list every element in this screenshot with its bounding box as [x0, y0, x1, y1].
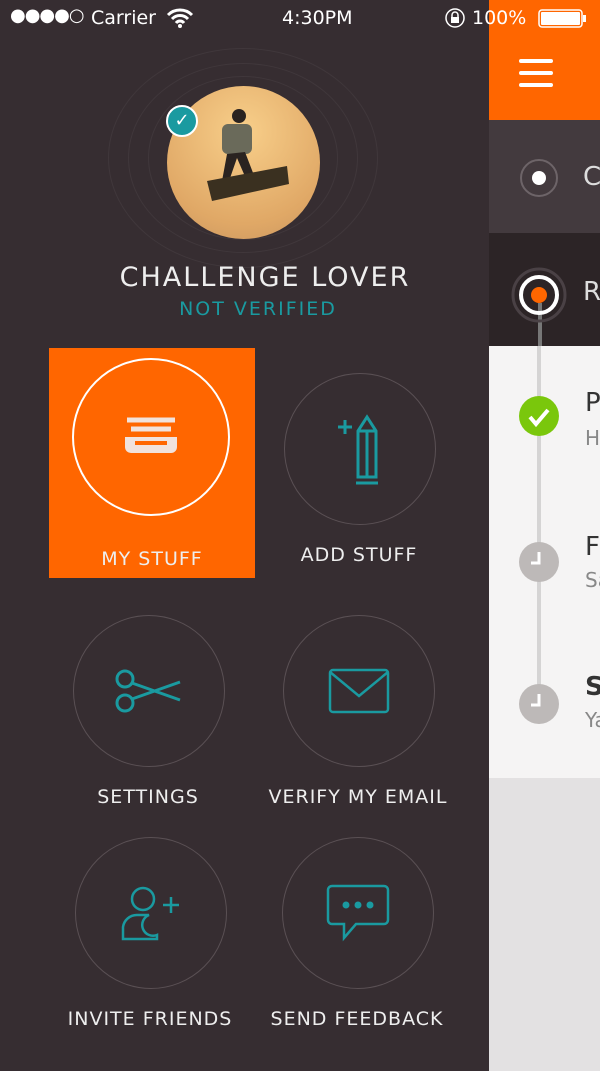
active-radio-icon — [511, 267, 567, 323]
side-menu: ✓ CHALLENGE LOVER NOT VERIFIED MY STUFF … — [0, 0, 489, 1071]
menu-invite-friends[interactable]: INVITE FRIENDS — [47, 812, 253, 1042]
add-user-icon — [121, 886, 179, 941]
signal-dots: ●●●●○ — [10, 5, 85, 26]
panel-row-active[interactable]: R — [489, 233, 600, 363]
hamburger-menu-icon[interactable] — [519, 58, 553, 88]
clock-icon — [519, 542, 559, 582]
panel-row[interactable]: C — [489, 120, 600, 233]
rotation-lock-icon — [445, 8, 465, 28]
menu-send-feedback[interactable]: SEND FEEDBACK — [254, 812, 460, 1042]
envelope-icon — [328, 668, 390, 714]
wifi-icon — [166, 8, 194, 28]
menu-label: VERIFY MY EMAIL — [268, 786, 448, 808]
radio-icon — [520, 159, 558, 197]
clock: 4:30PM — [282, 7, 353, 29]
chat-bubble-icon — [326, 884, 390, 942]
carrier: Carrier — [91, 7, 156, 29]
menu-label: ADD STUFF — [300, 544, 418, 566]
pencil-plus-icon — [338, 414, 378, 485]
menu-my-stuff[interactable]: MY STUFF — [49, 348, 255, 578]
menu-verify-email[interactable]: VERIFY MY EMAIL — [255, 590, 461, 820]
clock-icon — [519, 684, 559, 724]
menu-label: SEND FEEDBACK — [270, 1008, 444, 1030]
menu-settings[interactable]: SETTINGS — [45, 590, 251, 820]
battery-percent: 100% — [472, 7, 527, 29]
menu-add-stuff[interactable]: ADD STUFF — [256, 348, 462, 578]
verified-check-icon: ✓ — [166, 105, 198, 137]
done-check-icon — [519, 396, 559, 436]
profile-name: CHALLENGE LOVER — [119, 262, 411, 293]
verification-status[interactable]: NOT VERIFIED — [0, 298, 516, 320]
main-panel-peek[interactable]: C R P H F Sa S Ya — [489, 0, 600, 1071]
status-bar: ●●●●○ Carrier 4:30PM 100% — [0, 0, 600, 36]
stack-icon — [125, 417, 177, 453]
timeline-list: P H F Sa S Ya — [489, 346, 600, 778]
battery-icon — [538, 9, 586, 28]
scissors-icon — [115, 669, 181, 713]
